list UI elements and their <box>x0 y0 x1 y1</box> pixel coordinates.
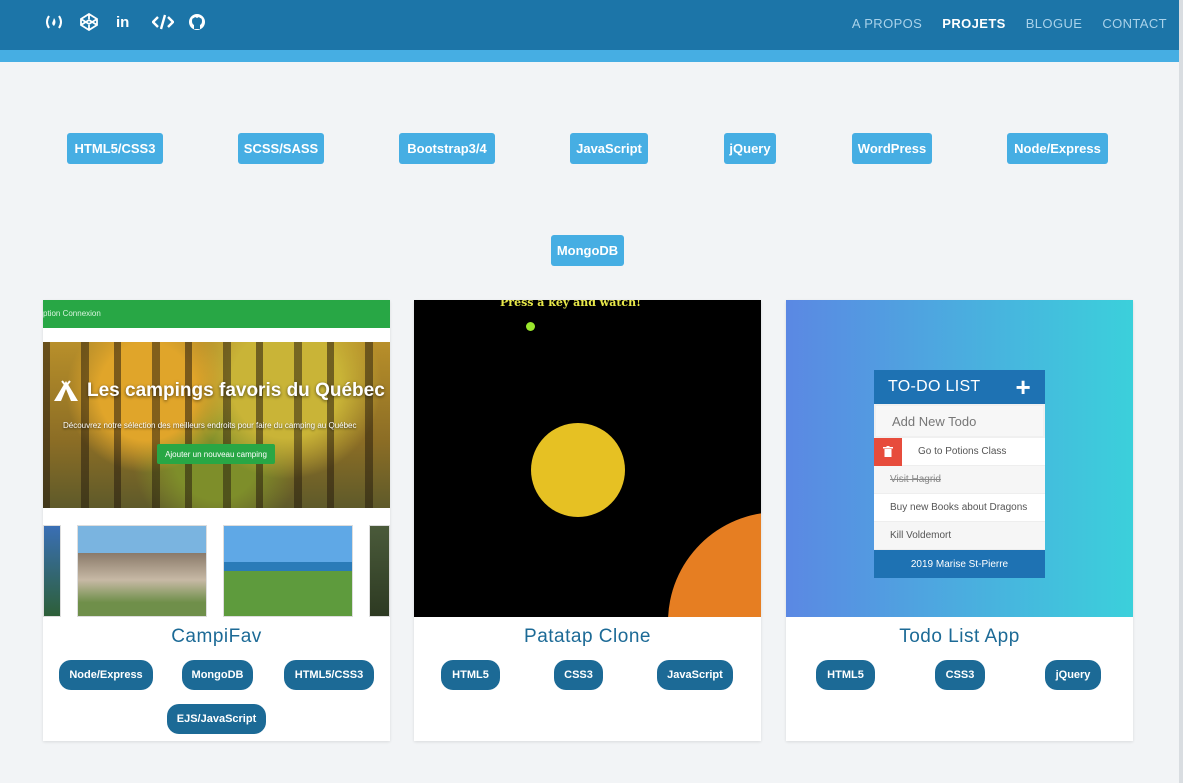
nav-a-propos[interactable]: A PROPOS <box>852 16 922 31</box>
filter-jquery[interactable]: jQuery <box>724 133 776 164</box>
campground-image <box>369 525 390 617</box>
patatap-prompt: Press a key and watch! <box>500 300 641 309</box>
campground-image <box>77 525 207 617</box>
main-nav: A PROPOS PROJETS BLOGUE CONTACT <box>852 16 1167 31</box>
todo-item: Visit Hagrid <box>874 466 1045 494</box>
nav-blogue[interactable]: BLOGUE <box>1026 16 1083 31</box>
filter-javascript[interactable]: JavaScript <box>570 133 648 164</box>
project-tag: CSS3 <box>554 660 603 690</box>
nav-contact[interactable]: CONTACT <box>1102 16 1167 31</box>
project-tag: HTML5 <box>816 660 875 690</box>
codepen-icon[interactable] <box>80 12 116 32</box>
todo-item: Kill Voldemort <box>874 522 1045 550</box>
project-tag: HTML5/CSS3 <box>284 660 374 690</box>
project-thumbnail[interactable]: ption Connexion Les campings favoris du … <box>43 300 390 617</box>
campifav-nav-text: ption Connexion <box>43 309 101 318</box>
project-card-todo[interactable]: TO-DO LIST + Add New Todo Go to Potions … <box>786 300 1133 741</box>
project-card-campifav[interactable]: ption Connexion Les campings favoris du … <box>43 300 390 741</box>
github-icon[interactable] <box>188 12 224 32</box>
project-title[interactable]: Patatap Clone <box>414 626 761 648</box>
project-card-patatap[interactable]: Press a key and watch! Patatap Clone HTM… <box>414 300 761 741</box>
todo-header: TO-DO LIST + <box>874 370 1045 404</box>
todo-footer: 2019 Marise St-Pierre <box>874 550 1045 578</box>
project-tag: MongoDB <box>182 660 253 690</box>
project-title[interactable]: Todo List App <box>786 626 1133 648</box>
tent-icon <box>54 380 78 401</box>
project-tag: CSS3 <box>935 660 985 690</box>
campground-image <box>43 525 61 617</box>
campifav-navbar: ption Connexion <box>43 300 390 328</box>
campifav-hero-subtitle: Découvrez notre sélection des meilleurs … <box>63 421 357 430</box>
scrollbar[interactable] <box>1179 0 1183 783</box>
nav-projets[interactable]: PROJETS <box>942 16 1005 31</box>
project-thumbnail[interactable]: Press a key and watch! <box>414 300 761 617</box>
trash-icon <box>874 437 902 466</box>
code-icon[interactable] <box>152 12 188 32</box>
project-tag: Node/Express <box>59 660 153 690</box>
social-links: in <box>44 12 224 32</box>
filter-mongodb[interactable]: MongoDB <box>551 235 624 266</box>
campifav-hero-button: Ajouter un nouveau camping <box>157 444 275 464</box>
plus-icon: + <box>1015 372 1031 402</box>
todo-item: Go to Potions Class <box>874 437 1045 466</box>
filter-wordpress[interactable]: WordPress <box>852 133 932 164</box>
todo-item: Buy new Books about Dragons <box>874 494 1045 522</box>
todo-widget: TO-DO LIST + Add New Todo Go to Potions … <box>874 370 1045 578</box>
linkedin-text: in <box>116 13 130 31</box>
project-tag: HTML5 <box>441 660 500 690</box>
campground-image <box>223 525 353 617</box>
filter-node-express[interactable]: Node/Express <box>1007 133 1108 164</box>
project-tag: JavaScript <box>657 660 733 690</box>
project-thumbnail[interactable]: TO-DO LIST + Add New Todo Go to Potions … <box>786 300 1133 617</box>
project-tag: jQuery <box>1045 660 1101 690</box>
filter-html5-css3[interactable]: HTML5/CSS3 <box>67 133 163 164</box>
freecodecamp-icon[interactable] <box>44 12 80 32</box>
filter-bootstrap[interactable]: Bootstrap3/4 <box>399 133 495 164</box>
todo-header-title: TO-DO LIST <box>888 378 981 395</box>
yellow-circle <box>531 423 625 517</box>
campifav-hero-title-text: Les campings favoris du Québec <box>87 380 385 401</box>
top-navbar: in A PROPOS PROJETS BLOGUE CONTACT <box>0 0 1183 50</box>
filter-scss-sass[interactable]: SCSS/SASS <box>238 133 324 164</box>
linkedin-icon[interactable]: in <box>116 12 152 32</box>
green-dot <box>526 322 535 331</box>
campifav-hero-title: Les campings favoris du Québec <box>53 380 385 402</box>
project-tag: EJS/JavaScript <box>167 704 266 734</box>
todo-item-text: Go to Potions Class <box>918 446 1007 457</box>
campifav-hero: Les campings favoris du Québec Découvrez… <box>43 342 390 508</box>
project-title[interactable]: CampiFav <box>43 626 390 648</box>
todo-input: Add New Todo <box>874 404 1045 438</box>
header-stripe <box>0 50 1183 62</box>
